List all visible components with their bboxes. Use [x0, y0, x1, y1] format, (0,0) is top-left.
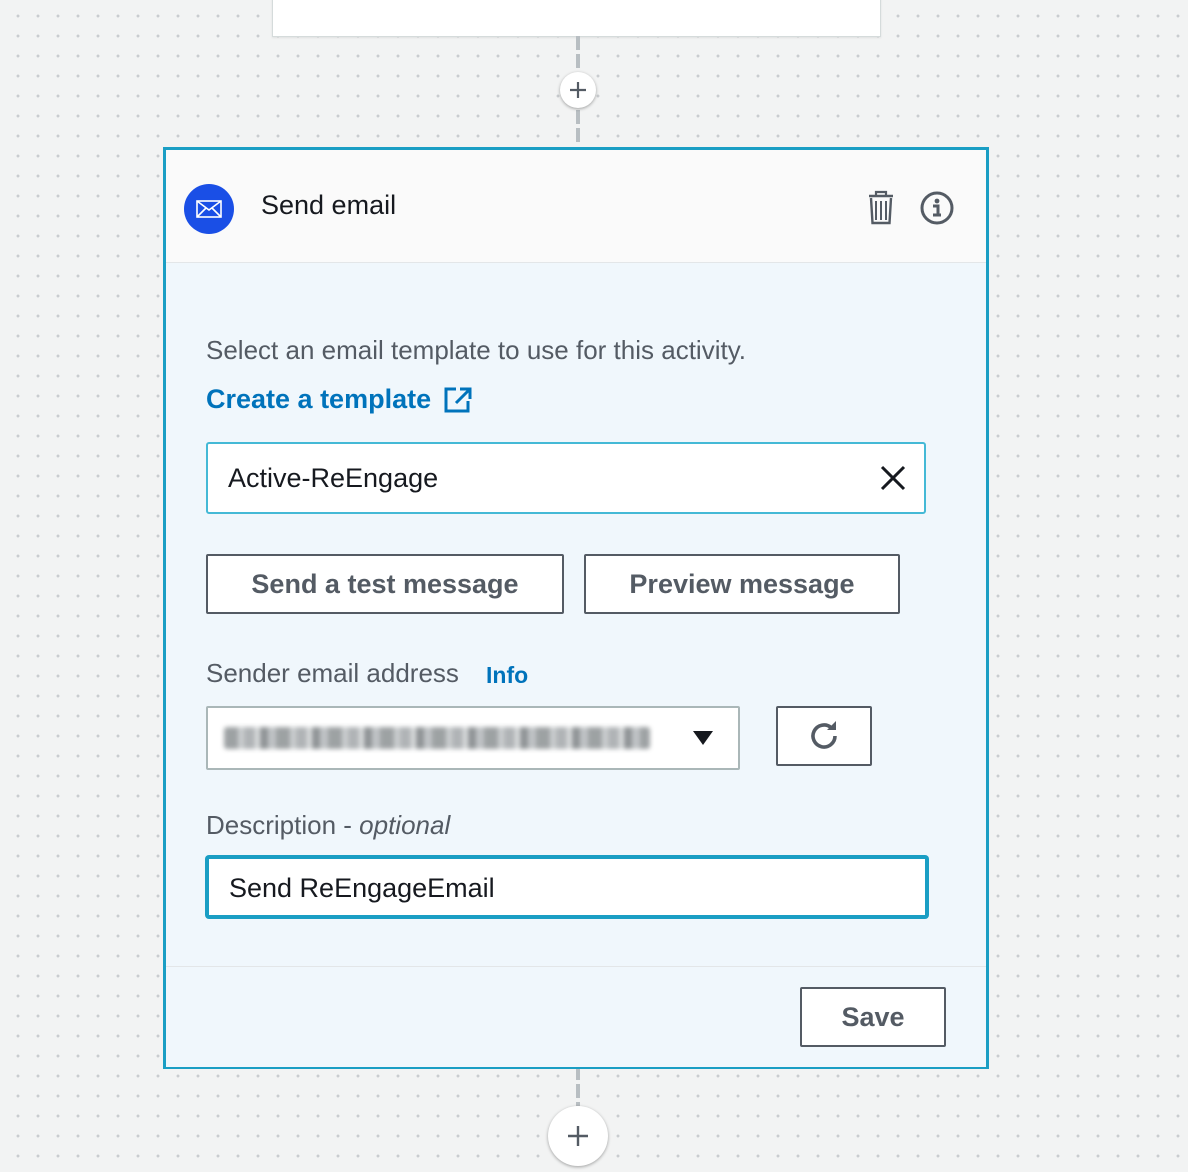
plus-icon: [568, 1126, 588, 1146]
trash-icon[interactable]: [866, 190, 896, 230]
template-select-field[interactable]: Active-ReEngage: [206, 442, 926, 514]
card-title: Send email: [261, 190, 397, 220]
sender-email-label: Sender email address: [206, 658, 459, 688]
envelope-icon: [184, 184, 234, 234]
create-template-link[interactable]: Create a template: [206, 384, 473, 415]
add-step-button-top[interactable]: [560, 72, 596, 108]
flow-connector-bottom: [576, 1066, 580, 1106]
caret-down-icon: [693, 731, 713, 745]
description-value: Send ReEngageEmail: [229, 873, 495, 903]
send-email-activity-card: Send email Select an email template to u…: [163, 147, 989, 1069]
previous-activity-card[interactable]: [272, 0, 881, 37]
send-test-message-button[interactable]: Send a test message: [206, 554, 564, 614]
external-link-icon: [444, 387, 472, 412]
info-circle-icon[interactable]: [919, 190, 955, 230]
flow-connector-top-lower: [576, 110, 580, 146]
description-label-text: Description -: [206, 810, 360, 840]
add-step-button-bottom[interactable]: [548, 1106, 608, 1166]
preview-message-button[interactable]: Preview message: [584, 554, 900, 614]
refresh-icon: [811, 721, 837, 749]
description-optional-text: optional: [359, 810, 451, 840]
close-icon[interactable]: [878, 463, 908, 497]
create-template-label: Create a template: [206, 384, 432, 414]
card-footer: Save: [166, 966, 986, 1067]
sender-email-select[interactable]: [206, 706, 740, 770]
sender-info-link[interactable]: Info: [486, 662, 528, 689]
description-label: Description - optional: [206, 810, 450, 841]
refresh-button[interactable]: [776, 706, 872, 766]
description-input[interactable]: Send ReEngageEmail: [206, 856, 928, 918]
template-instruction: Select an email template to use for this…: [206, 335, 746, 365]
flow-connector-top: [576, 36, 580, 70]
save-button[interactable]: Save: [800, 987, 946, 1047]
sender-email-redacted-value: [224, 727, 650, 749]
card-header: Send email: [166, 150, 986, 263]
plus-icon: [570, 82, 586, 98]
template-value: Active-ReEngage: [228, 463, 439, 493]
